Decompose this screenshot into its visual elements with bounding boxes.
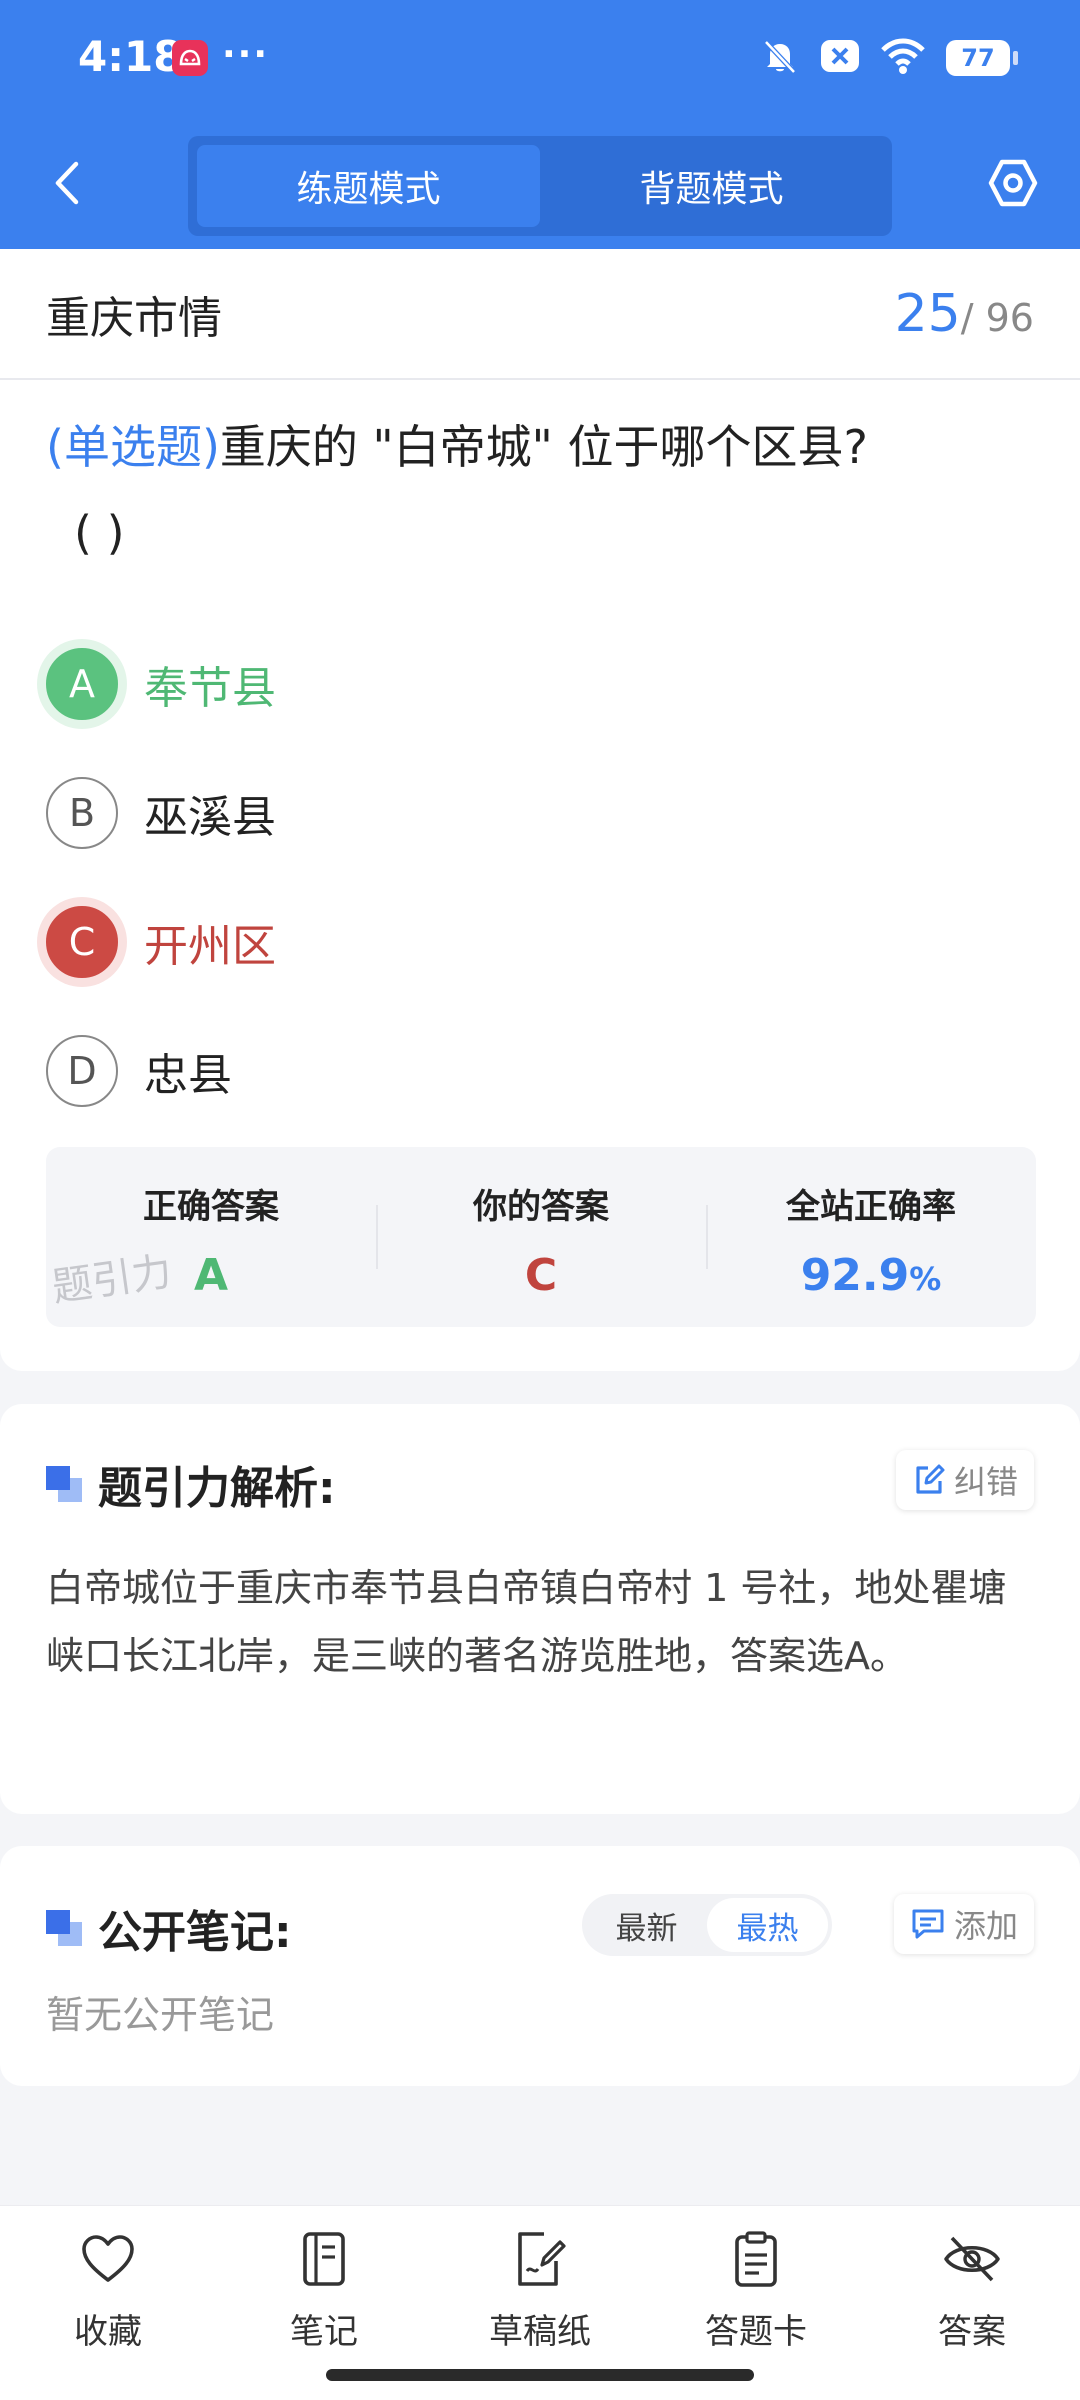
x-box-icon [820, 39, 860, 77]
eye-off-icon [944, 2236, 1000, 2282]
status-icons: 77 [760, 36, 1018, 80]
show-answer-button[interactable]: 答案 [864, 2206, 1080, 2400]
tool-label: 答题卡 [705, 2312, 807, 2352]
tab-memorize-mode[interactable]: 背题模式 [540, 145, 883, 227]
analysis-text: 白帝城位于重庆市奉节县白帝镇白帝村 1 号社，地处瞿塘峡口长江北岸，是三峡的著名… [46, 1566, 1007, 1678]
progress-current: 25 [894, 283, 961, 344]
tool-label: 答案 [938, 2312, 1006, 2352]
chevron-left-icon [55, 161, 79, 205]
option-a[interactable]: A 奉节县 [46, 619, 1036, 748]
sort-hottest[interactable]: 最热 [707, 1898, 828, 1952]
option-letter: A [46, 647, 118, 720]
mode-toggle: 练题模式 背题模式 [188, 136, 892, 236]
answer-stats: 正确答案 A 你的答案 C 全站正确率 92.9% 题引力 [46, 1147, 1036, 1327]
stat-value: C [524, 1250, 558, 1301]
section-icon [46, 1466, 82, 1502]
notes-card: 公开笔记: 最新 最热 添加 暂无公开笔记 [0, 1846, 1080, 2086]
notebook-icon [303, 2232, 345, 2286]
hexagon-settings-icon [988, 159, 1038, 207]
home-indicator[interactable] [326, 2369, 754, 2381]
back-button[interactable] [42, 158, 92, 208]
option-d[interactable]: D 忠县 [46, 1006, 1036, 1135]
section-icon [46, 1910, 82, 1946]
options-list: A 奉节县 B 巫溪县 C 开州区 D 忠县 [46, 619, 1036, 1135]
stat-label: 正确答案 [143, 1187, 279, 1227]
question-card: 重庆市情 25/ 96 (单选题)重庆的 "白帝城" 位于哪个区县? ( ) A… [0, 249, 1080, 1371]
tool-label: 收藏 [74, 2312, 142, 2352]
question-text: 重庆的 "白帝城" 位于哪个区县? [219, 420, 868, 474]
battery-icon: 77 [946, 40, 1018, 76]
add-note-label: 添加 [953, 1907, 1018, 1945]
question-stem: (单选题)重庆的 "白帝城" 位于哪个区县? ( ) [46, 404, 1036, 576]
add-note-button[interactable]: 添加 [893, 1894, 1034, 1954]
report-error-label: 纠错 [953, 1463, 1018, 1501]
option-letter: B [46, 776, 118, 849]
option-text: 忠县 [144, 1049, 232, 1101]
answer-blank: ( ) [74, 506, 125, 560]
settings-button[interactable] [984, 154, 1042, 212]
edit-icon [916, 1464, 945, 1494]
nav-bar: 练题模式 背题模式 [0, 118, 1080, 249]
notes-sort-toggle: 最新 最热 [582, 1894, 832, 1956]
stat-value: 92.9% [706, 1250, 1036, 1301]
favorite-button[interactable]: 收藏 [0, 2206, 216, 2400]
stat-label: 全站正确率 [786, 1187, 956, 1227]
stat-accuracy-rate: 全站正确率 92.9% [706, 1147, 1036, 1327]
wifi-icon [880, 37, 926, 79]
question-progress: 25/ 96 [895, 284, 1034, 344]
option-text: 奉节县 [144, 662, 276, 714]
subject-bar: 重庆市情 25/ 96 [0, 249, 1080, 380]
app-header: 4:18 ··· 77 练题模式 背题模式 [0, 0, 1080, 249]
option-letter: C [46, 905, 118, 978]
sort-latest[interactable]: 最新 [586, 1898, 707, 1952]
option-text: 开州区 [144, 920, 276, 972]
option-b[interactable]: B 巫溪县 [46, 748, 1036, 877]
notes-title: 公开笔记: [98, 1907, 292, 1958]
notes-header: 公开笔记: [46, 1896, 292, 1960]
status-time: 4:18 [78, 32, 183, 81]
stat-your-answer: 你的答案 C [376, 1147, 706, 1327]
option-letter: D [46, 1034, 118, 1107]
tool-label: 笔记 [290, 2312, 358, 2352]
clipboard-icon [735, 2231, 777, 2287]
analysis-card: 题引力解析: 纠错 白帝城位于重庆市奉节县白帝镇白帝村 1 号社，地处瞿塘峡口长… [0, 1404, 1080, 1814]
status-bar: 4:18 ··· 77 [0, 0, 1080, 118]
bell-off-icon [760, 36, 800, 80]
draft-icon [518, 2232, 566, 2286]
tab-practice-mode[interactable]: 练题模式 [197, 145, 540, 227]
option-c[interactable]: C 开州区 [46, 877, 1036, 1006]
heart-icon [82, 2235, 134, 2282]
report-error-button[interactable]: 纠错 [895, 1450, 1034, 1510]
progress-total: / 96 [960, 295, 1034, 340]
rate-unit: % [909, 1260, 942, 1298]
question-type: (单选题) [46, 420, 220, 474]
tool-label: 草稿纸 [489, 2312, 591, 2352]
option-text: 巫溪县 [144, 791, 276, 843]
rate-number: 92.9 [800, 1250, 910, 1301]
more-notifications-icon: ··· [222, 34, 270, 75]
comment-icon [912, 1909, 944, 1939]
notification-app-icon [172, 40, 208, 76]
stat-label: 你的答案 [473, 1187, 609, 1227]
analysis-header: 题引力解析: [46, 1452, 336, 1516]
analysis-title: 题引力解析: [98, 1463, 336, 1514]
empty-notes-text: 暂无公开笔记 [46, 1993, 275, 2037]
subject-title: 重庆市情 [46, 292, 222, 344]
